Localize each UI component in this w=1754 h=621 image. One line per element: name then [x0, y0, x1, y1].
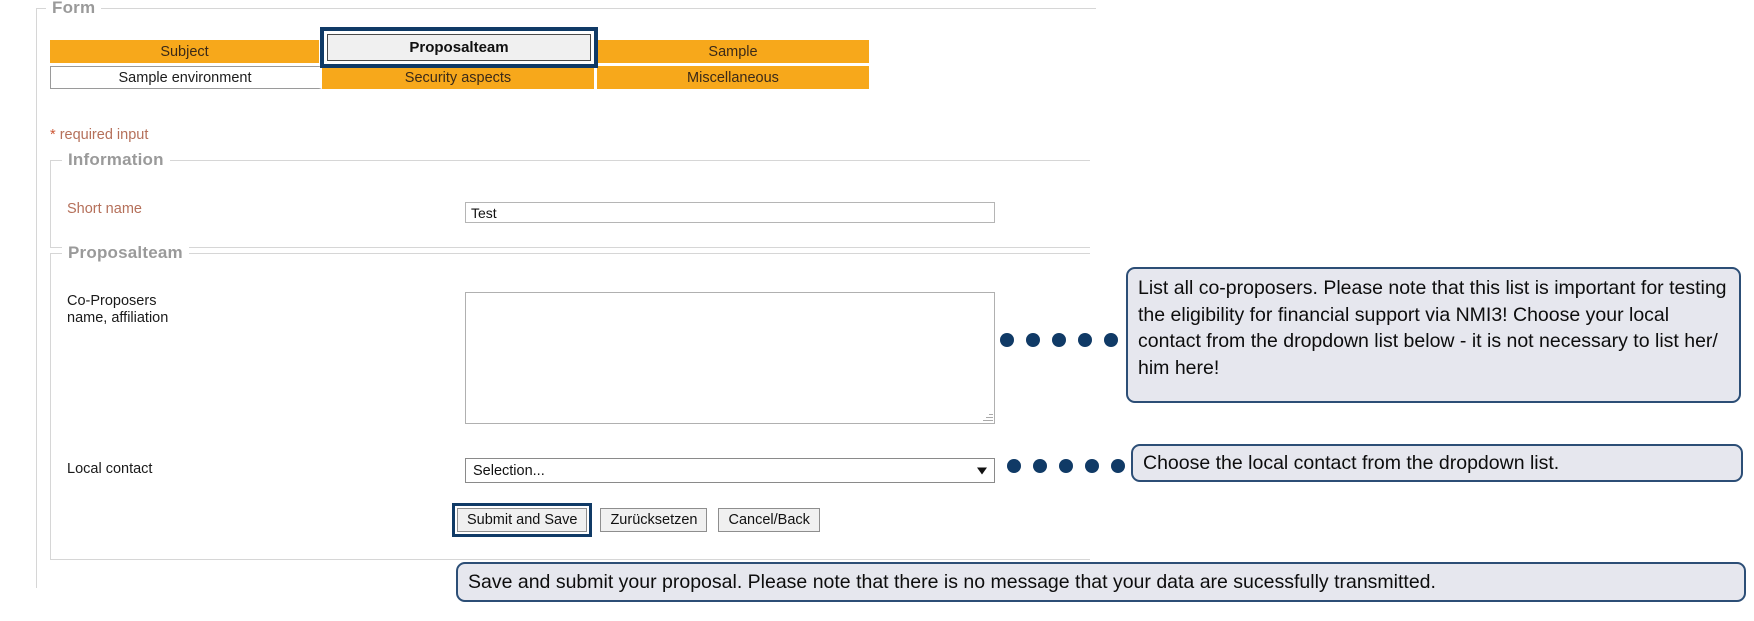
local-contact-selected-value: Selection...	[473, 462, 545, 479]
form-legend: Form	[46, 0, 102, 18]
tab-sample-label: Sample	[708, 43, 758, 60]
tab-subject-label: Subject	[160, 43, 209, 60]
tab-security-aspects-label: Security aspects	[404, 69, 512, 86]
tab-sample-environment[interactable]: Sample environment	[50, 66, 322, 89]
tab-row-2: Sample environment Security aspects Misc…	[50, 66, 872, 89]
tab-subject[interactable]: Subject	[50, 40, 322, 63]
callout-coproposers: List all co-proposers. Please note that …	[1126, 267, 1741, 403]
required-input-label: required input	[59, 127, 149, 143]
chevron-down-icon	[977, 467, 987, 474]
submit-and-save-button[interactable]: Submit and Save	[457, 508, 588, 532]
tab-miscellaneous-label: Miscellaneous	[687, 69, 779, 86]
coproposers-label-line1: Co-Proposers	[67, 293, 157, 309]
information-legend: Information	[62, 150, 170, 170]
leader-dot	[1111, 459, 1125, 473]
submit-button-focus-ring: Submit and Save	[452, 503, 593, 537]
tab-miscellaneous[interactable]: Miscellaneous	[597, 66, 869, 89]
leader-dot	[1104, 333, 1118, 347]
tab-proposalteam-label: Proposalteam	[327, 34, 591, 61]
required-input-note: * required input	[50, 127, 148, 143]
tab-sample-environment-label: Sample environment	[118, 69, 252, 86]
cancel-back-button[interactable]: Cancel/Back	[718, 508, 820, 532]
coproposers-label: Co-Proposers name, affiliation	[67, 293, 168, 327]
coproposers-textarea[interactable]	[465, 292, 995, 424]
tab-proposalteam[interactable]: Proposalteam	[320, 27, 598, 68]
tab-sample[interactable]: Sample	[597, 40, 869, 63]
short-name-label: Short name	[67, 201, 142, 217]
callout-local-contact: Choose the local contact from the dropdo…	[1131, 444, 1743, 482]
form-actions: Submit and Save Zurücksetzen Cancel/Back	[452, 503, 831, 537]
callout-submit: Save and submit your proposal. Please no…	[456, 562, 1746, 602]
dot-leader-local-contact	[1007, 459, 1125, 473]
reset-button[interactable]: Zurücksetzen	[600, 508, 708, 532]
leader-dot	[1059, 459, 1073, 473]
dot-leader-coproposers	[1000, 333, 1118, 347]
local-contact-select[interactable]: Selection...	[465, 458, 995, 483]
leader-dot	[1085, 459, 1099, 473]
required-asterisk: *	[50, 127, 56, 143]
leader-dot	[1078, 333, 1092, 347]
coproposers-label-line2: name, affiliation	[67, 310, 169, 326]
leader-dot	[1007, 459, 1021, 473]
proposalteam-legend: Proposalteam	[62, 243, 189, 263]
leader-dot	[1000, 333, 1014, 347]
leader-dot	[1052, 333, 1066, 347]
leader-dot	[1033, 459, 1047, 473]
local-contact-label: Local contact	[67, 461, 153, 477]
tab-security-aspects[interactable]: Security aspects	[322, 66, 597, 89]
leader-dot	[1026, 333, 1040, 347]
short-name-input[interactable]	[465, 202, 995, 223]
